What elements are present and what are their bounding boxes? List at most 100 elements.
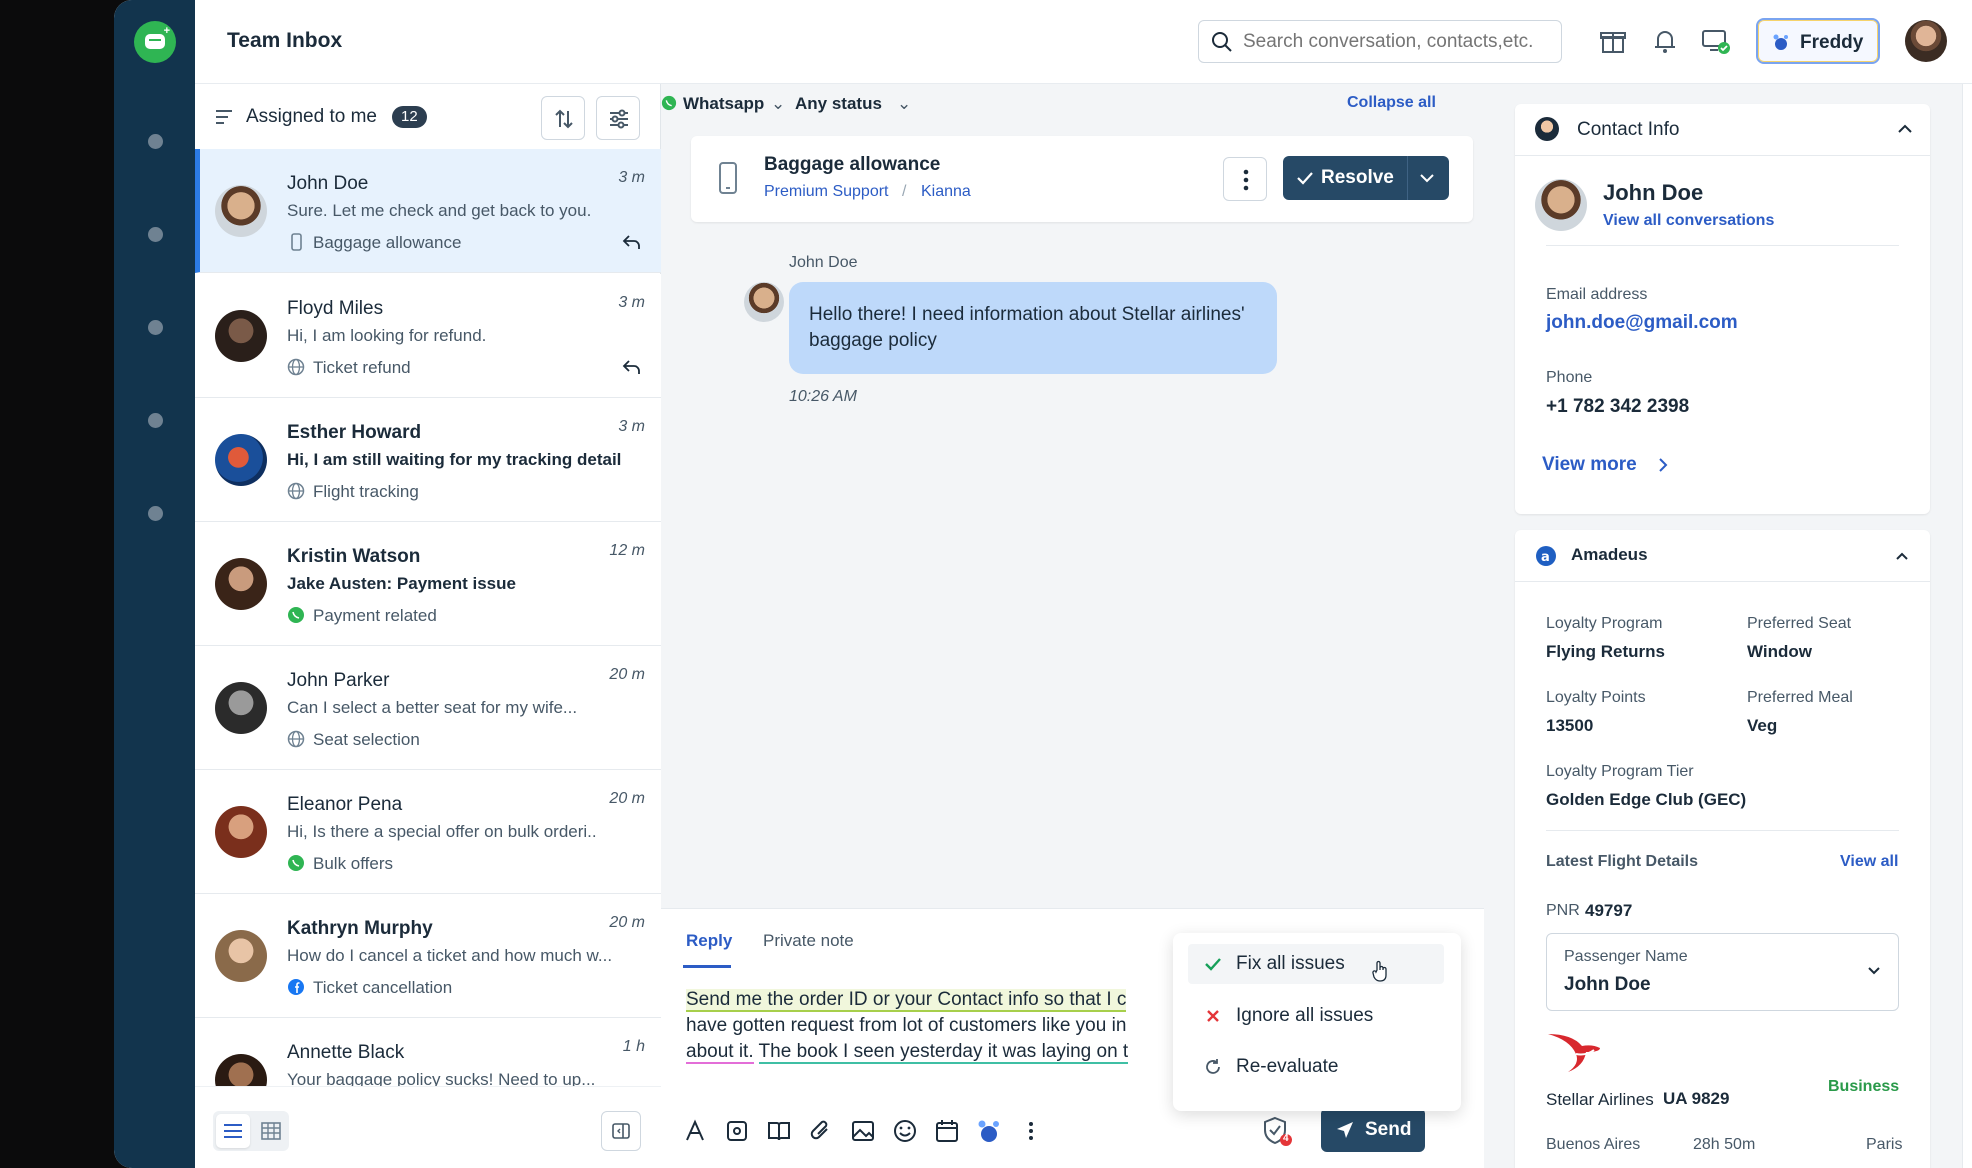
more-options-button[interactable] xyxy=(1223,157,1267,201)
amadeus-panel: a Amadeus Loyalty Program Flying Returns… xyxy=(1515,530,1930,1168)
kebab-icon xyxy=(1243,169,1249,191)
passenger-select[interactable]: Passenger Name John Doe xyxy=(1546,933,1899,1011)
chevron-up-icon[interactable] xyxy=(1898,124,1912,134)
message-preview: Hi, I am looking for refund. xyxy=(287,326,487,345)
gift-icon[interactable] xyxy=(1598,26,1628,56)
nav-item-1[interactable] xyxy=(148,134,163,149)
message-text: Hello there! I need information about St… xyxy=(809,304,1245,351)
knowledge-book-icon[interactable] xyxy=(765,1117,793,1145)
calendar-icon[interactable] xyxy=(933,1117,961,1145)
app-logo[interactable]: + xyxy=(134,21,176,63)
phone-label: Phone xyxy=(1546,369,1593,386)
contact-name: Kristin Watson xyxy=(287,546,421,567)
resolve-button[interactable]: Resolve xyxy=(1283,156,1449,200)
search-box[interactable] xyxy=(1198,20,1562,63)
user-avatar[interactable] xyxy=(1905,20,1947,62)
passenger-value: John Doe xyxy=(1564,974,1651,995)
more-vertical-icon[interactable] xyxy=(1017,1117,1045,1145)
canned-response-icon[interactable] xyxy=(723,1117,751,1145)
time-ago: 3 m xyxy=(618,169,645,186)
amadeus-header[interactable]: a Amadeus xyxy=(1515,530,1930,582)
loyalty-program-label: Loyalty Program xyxy=(1546,615,1663,632)
conversation-tag: Payment related xyxy=(313,606,437,625)
tab-private-note[interactable]: Private note xyxy=(763,931,854,951)
contact-info-panel: Contact Info John Doe View all conversat… xyxy=(1515,104,1930,514)
send-button[interactable]: Send xyxy=(1321,1108,1425,1152)
whatsapp-icon xyxy=(661,95,677,111)
conversation-item-annette-black[interactable]: Annette Black 1 h Your baggage policy su… xyxy=(195,1018,661,1088)
pnr-label: PNR xyxy=(1546,902,1580,919)
freddy-label: Freddy xyxy=(1800,32,1864,53)
list-filter-icon[interactable] xyxy=(215,109,233,125)
message-preview: Jake Austen: Payment issue xyxy=(287,574,516,593)
conversation-tag: Seat selection xyxy=(313,730,420,749)
attachment-icon[interactable] xyxy=(807,1117,835,1145)
image-icon[interactable] xyxy=(849,1117,877,1145)
grammar-check-button[interactable]: 4 xyxy=(1261,1115,1293,1147)
re-evaluate-item[interactable]: Re-evaluate xyxy=(1188,1047,1444,1087)
phone-value: +1 782 342 2398 xyxy=(1546,396,1690,417)
contact-name: John Parker xyxy=(287,670,390,691)
collapse-list-button[interactable] xyxy=(601,1111,641,1151)
sort-button[interactable] xyxy=(541,96,585,140)
active-tab-underline xyxy=(683,965,731,968)
chevron-up-icon[interactable] xyxy=(1896,552,1908,560)
pnr-value: 49797 xyxy=(1585,901,1633,920)
view-more-link[interactable]: View more xyxy=(1542,454,1637,476)
facebook-icon xyxy=(288,979,304,995)
group-link[interactable]: Premium Support xyxy=(764,183,889,201)
nav-item-2[interactable] xyxy=(148,227,163,242)
contact-info-header[interactable]: Contact Info xyxy=(1515,104,1930,156)
collapse-all-link[interactable]: Collapse all xyxy=(1347,94,1436,112)
nav-item-4[interactable] xyxy=(148,413,163,428)
view-all-flights-link[interactable]: View all xyxy=(1840,853,1898,871)
contact-name: John Doe xyxy=(287,173,369,194)
fix-all-issues-item[interactable]: Fix all issues xyxy=(1188,944,1444,984)
channel-filter[interactable]: Whatsapp xyxy=(683,94,764,114)
grammar-highlight[interactable]: Send me the order ID or your Contact inf… xyxy=(686,989,1127,1012)
status-filter[interactable]: Any status xyxy=(795,94,882,114)
grammar-highlight[interactable]: The book I seen yesterday it was laying … xyxy=(758,1041,1129,1064)
conversation-item-kathryn-murphy[interactable]: Kathryn Murphy 20 m How do I cancel a ti… xyxy=(195,894,661,1018)
tab-reply[interactable]: Reply xyxy=(686,931,732,951)
amadeus-logo-icon: a xyxy=(1536,546,1556,566)
emoji-icon[interactable] xyxy=(891,1117,919,1145)
chevron-down-icon[interactable] xyxy=(1420,173,1434,183)
conversation-item-floyd-miles[interactable]: Floyd Miles 3 m Hi, I am looking for ref… xyxy=(195,274,661,398)
agent-link[interactable]: Kianna xyxy=(921,183,971,201)
conversation-item-john-doe[interactable]: John Doe 3 m Sure. Let me check and get … xyxy=(195,149,661,273)
monitor-status-icon[interactable] xyxy=(1701,26,1731,56)
passenger-label: Passenger Name xyxy=(1564,948,1688,965)
nav-item-5[interactable] xyxy=(148,506,163,521)
sliders-icon xyxy=(610,109,628,129)
contact-icon xyxy=(1535,117,1559,141)
grammar-highlight[interactable]: about it. xyxy=(686,1041,754,1064)
table-view-icon[interactable] xyxy=(261,1122,281,1140)
ignore-all-issues-item[interactable]: Ignore all issues xyxy=(1188,996,1444,1036)
freddy-ai-icon[interactable] xyxy=(975,1117,1003,1145)
travel-class: Business xyxy=(1828,1078,1900,1095)
flight-duration: 28h 50m xyxy=(1693,1136,1756,1153)
conversation-item-john-parker[interactable]: John Parker 20 m Can I select a better s… xyxy=(195,646,661,770)
reply-textarea[interactable]: Send me the order ID or your Contact inf… xyxy=(686,987,1146,1065)
assigned-filter-label[interactable]: Assigned to me xyxy=(246,106,377,128)
message-preview: Hi, I am still waiting for my tracking d… xyxy=(287,450,622,469)
list-view-button[interactable] xyxy=(216,1114,250,1148)
search-input[interactable] xyxy=(1243,29,1543,55)
reply-icon xyxy=(622,360,640,374)
filter-settings-button[interactable] xyxy=(596,96,640,140)
email-value[interactable]: john.doe@gmail.com xyxy=(1546,312,1738,334)
bell-icon[interactable] xyxy=(1650,26,1680,56)
view-all-conversations-link[interactable]: View all conversations xyxy=(1603,212,1774,230)
conversation-item-eleanor-pena[interactable]: Eleanor Pena 20 m Hi, Is there a special… xyxy=(195,770,661,894)
text-format-icon[interactable] xyxy=(681,1117,709,1145)
conversation-header-card: Baggage allowance Premium Support / Kian… xyxy=(691,136,1473,222)
freddy-button[interactable]: Freddy xyxy=(1756,18,1880,64)
conversation-item-esther-howard[interactable]: Esther Howard 3 m Hi, I am still waiting… xyxy=(195,398,661,522)
nav-item-3[interactable] xyxy=(148,320,163,335)
chevron-right-icon[interactable] xyxy=(1657,457,1669,473)
avatar xyxy=(215,1054,267,1087)
conversation-item-kristin-watson[interactable]: Kristin Watson 12 m Jake Austen: Payment… xyxy=(195,522,661,646)
conversation-tag: Ticket refund xyxy=(313,358,411,377)
conversation-title: Baggage allowance xyxy=(764,154,941,175)
